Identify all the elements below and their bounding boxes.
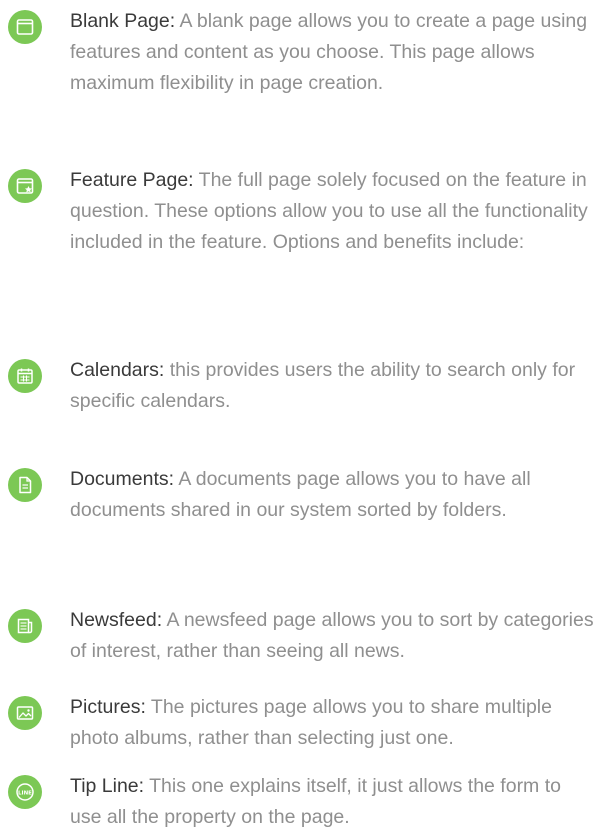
item-text: Tip Line: This one explains itself, it j… — [70, 771, 595, 833]
item-term: Pictures: — [70, 696, 146, 718]
item-term: Blank Page: — [70, 10, 176, 32]
tip-line-icon: LINE — [8, 775, 42, 809]
item-text: Blank Page: A blank page allows you to c… — [70, 6, 595, 99]
item-term: Feature Page: — [70, 169, 194, 191]
feature-page-icon — [8, 169, 42, 203]
item-text: Feature Page: The full page solely focus… — [70, 165, 595, 258]
pictures-icon — [8, 696, 42, 730]
item-description: This one explains itself, it just allows… — [70, 775, 561, 828]
blank-page-icon — [8, 10, 42, 44]
newsfeed-icon — [8, 609, 42, 643]
item-text: Calendars: this provides users the abili… — [70, 355, 595, 417]
item-term: Calendars: — [70, 359, 165, 381]
svg-text:LINE: LINE — [18, 790, 32, 796]
item-text: Newsfeed: A newsfeed page allows you to … — [70, 605, 595, 667]
item-term: Documents: — [70, 468, 175, 490]
item-text: Documents: A documents page allows you t… — [70, 464, 595, 526]
calendar-icon — [8, 359, 42, 393]
document-icon — [8, 468, 42, 502]
item-term: Newsfeed: — [70, 609, 163, 631]
item-text: Pictures: The pictures page allows you t… — [70, 692, 595, 754]
item-term: Tip Line: — [70, 775, 145, 797]
